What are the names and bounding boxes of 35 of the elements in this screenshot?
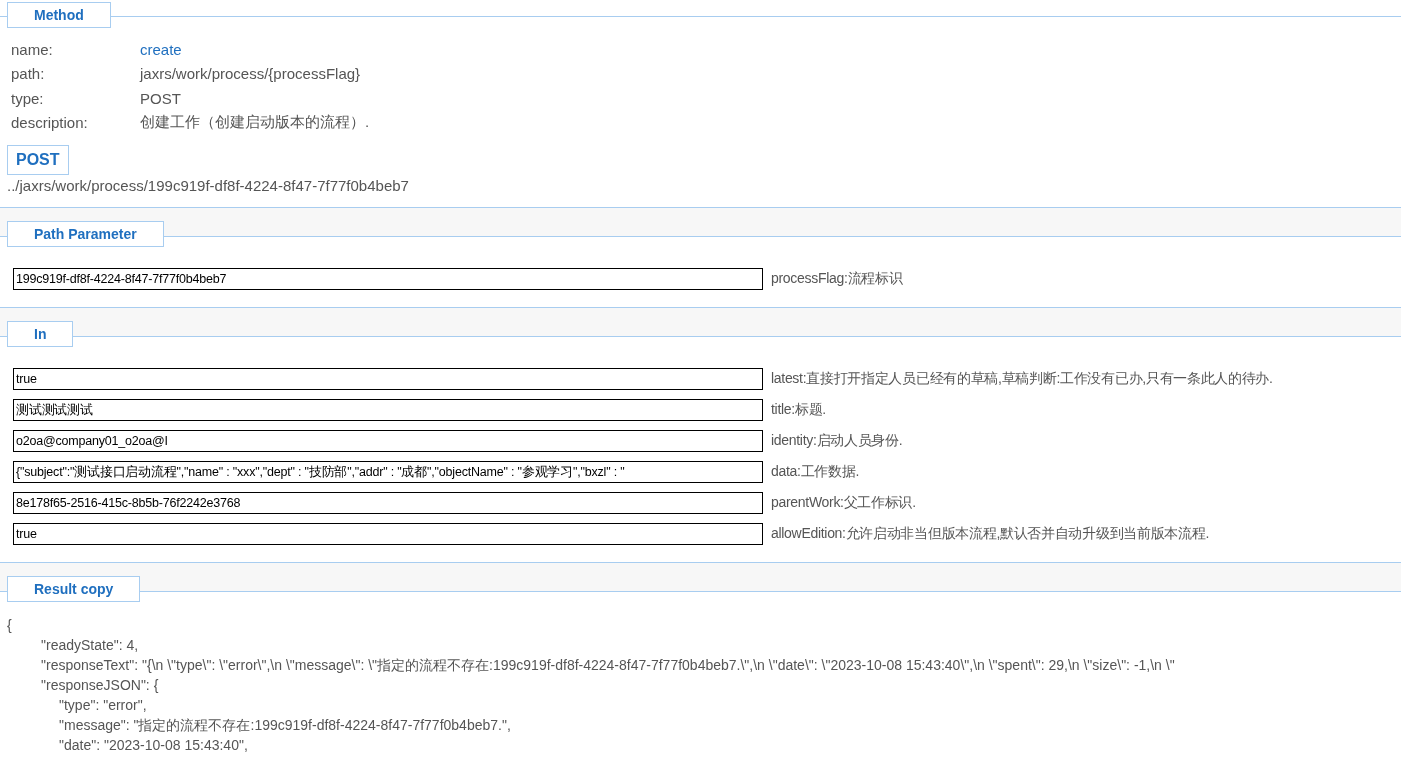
result-json-line: { [7, 617, 12, 633]
field-value: jaxrs/work/process/{processFlag} [140, 65, 361, 83]
field-label: name: [11, 40, 54, 58]
result-json-line: "readyState": 4, [41, 637, 139, 653]
section-title: Method [7, 2, 111, 28]
parameter-description: latest:直接打开指定人员已经有的草稿,草稿判断:工作没有已办,只有一条此人的待办. [771, 370, 1273, 388]
parameter-description: parentWork:父工作标识. [771, 494, 916, 512]
section-title: Path Parameter [7, 221, 164, 247]
result-json-line: "date": "2023-10-08 15:43:40", [59, 737, 248, 753]
post-button[interactable]: POST [7, 145, 69, 175]
parameter-description: data:工作数据. [771, 463, 860, 481]
parameter-description: title:标题. [771, 401, 826, 419]
input-field[interactable]: true [13, 368, 763, 390]
section-title: Result copy [7, 576, 141, 602]
field-label: path: [11, 65, 46, 83]
result-json-line: "responseText": "{\n \"type\": \"error\",\n \"message\": \"指定的流程不存在:199c919f-df8f-4224-8f47-7f77f0b4beb7.\",\n \"date\": \"2023-10-08 15:43:40\",\n \"spent\": 29,\n \"size\": -1,\n \" [41, 657, 1175, 673]
section-title: In [7, 321, 74, 347]
method-name-link[interactable]: create [140, 40, 182, 58]
field-label: type: [11, 89, 45, 107]
result-json-line: "message": "指定的流程不存在:199c919f-df8f-4224-8f47-7f77f0b4beb7.", [59, 717, 511, 733]
parameter-description: identity:启动人员身份. [771, 432, 903, 450]
field-value: 创建工作（创建启动版本的流程）. [140, 113, 370, 133]
parameter-description: processFlag:流程标识 [771, 270, 903, 288]
request-url: ../jaxrs/work/process/199c919f-df8f-4224-8f47-7f77f0b4beb7 [6, 176, 410, 196]
field-value: POST [140, 89, 181, 107]
result-json-line: "type": "error", [59, 697, 147, 713]
result-json-line: "responseJSON": { [41, 677, 159, 693]
input-field[interactable]: true [13, 523, 763, 545]
parameter-description: allowEdition:允许启动非当但版本流程,默认否并自动升级到当前版本流程. [771, 525, 1210, 543]
input-field[interactable]: {"subject":"测试接口启动流程","name" : "xxx","dept" : "技防部","addr" : "成都","objectName" : "参观学习","bxzl" : " [13, 461, 763, 483]
input-field[interactable]: 测试测试测试 [13, 399, 763, 421]
input-field[interactable]: o2oa@company01_o2oa@I [13, 430, 763, 452]
input-field[interactable]: 8e178f65-2516-415c-8b5b-76f2242e3768 [13, 492, 763, 514]
field-label: description: [11, 114, 89, 132]
input-field[interactable]: 199c919f-df8f-4224-8f47-7f77f0b4beb7 [13, 268, 763, 290]
